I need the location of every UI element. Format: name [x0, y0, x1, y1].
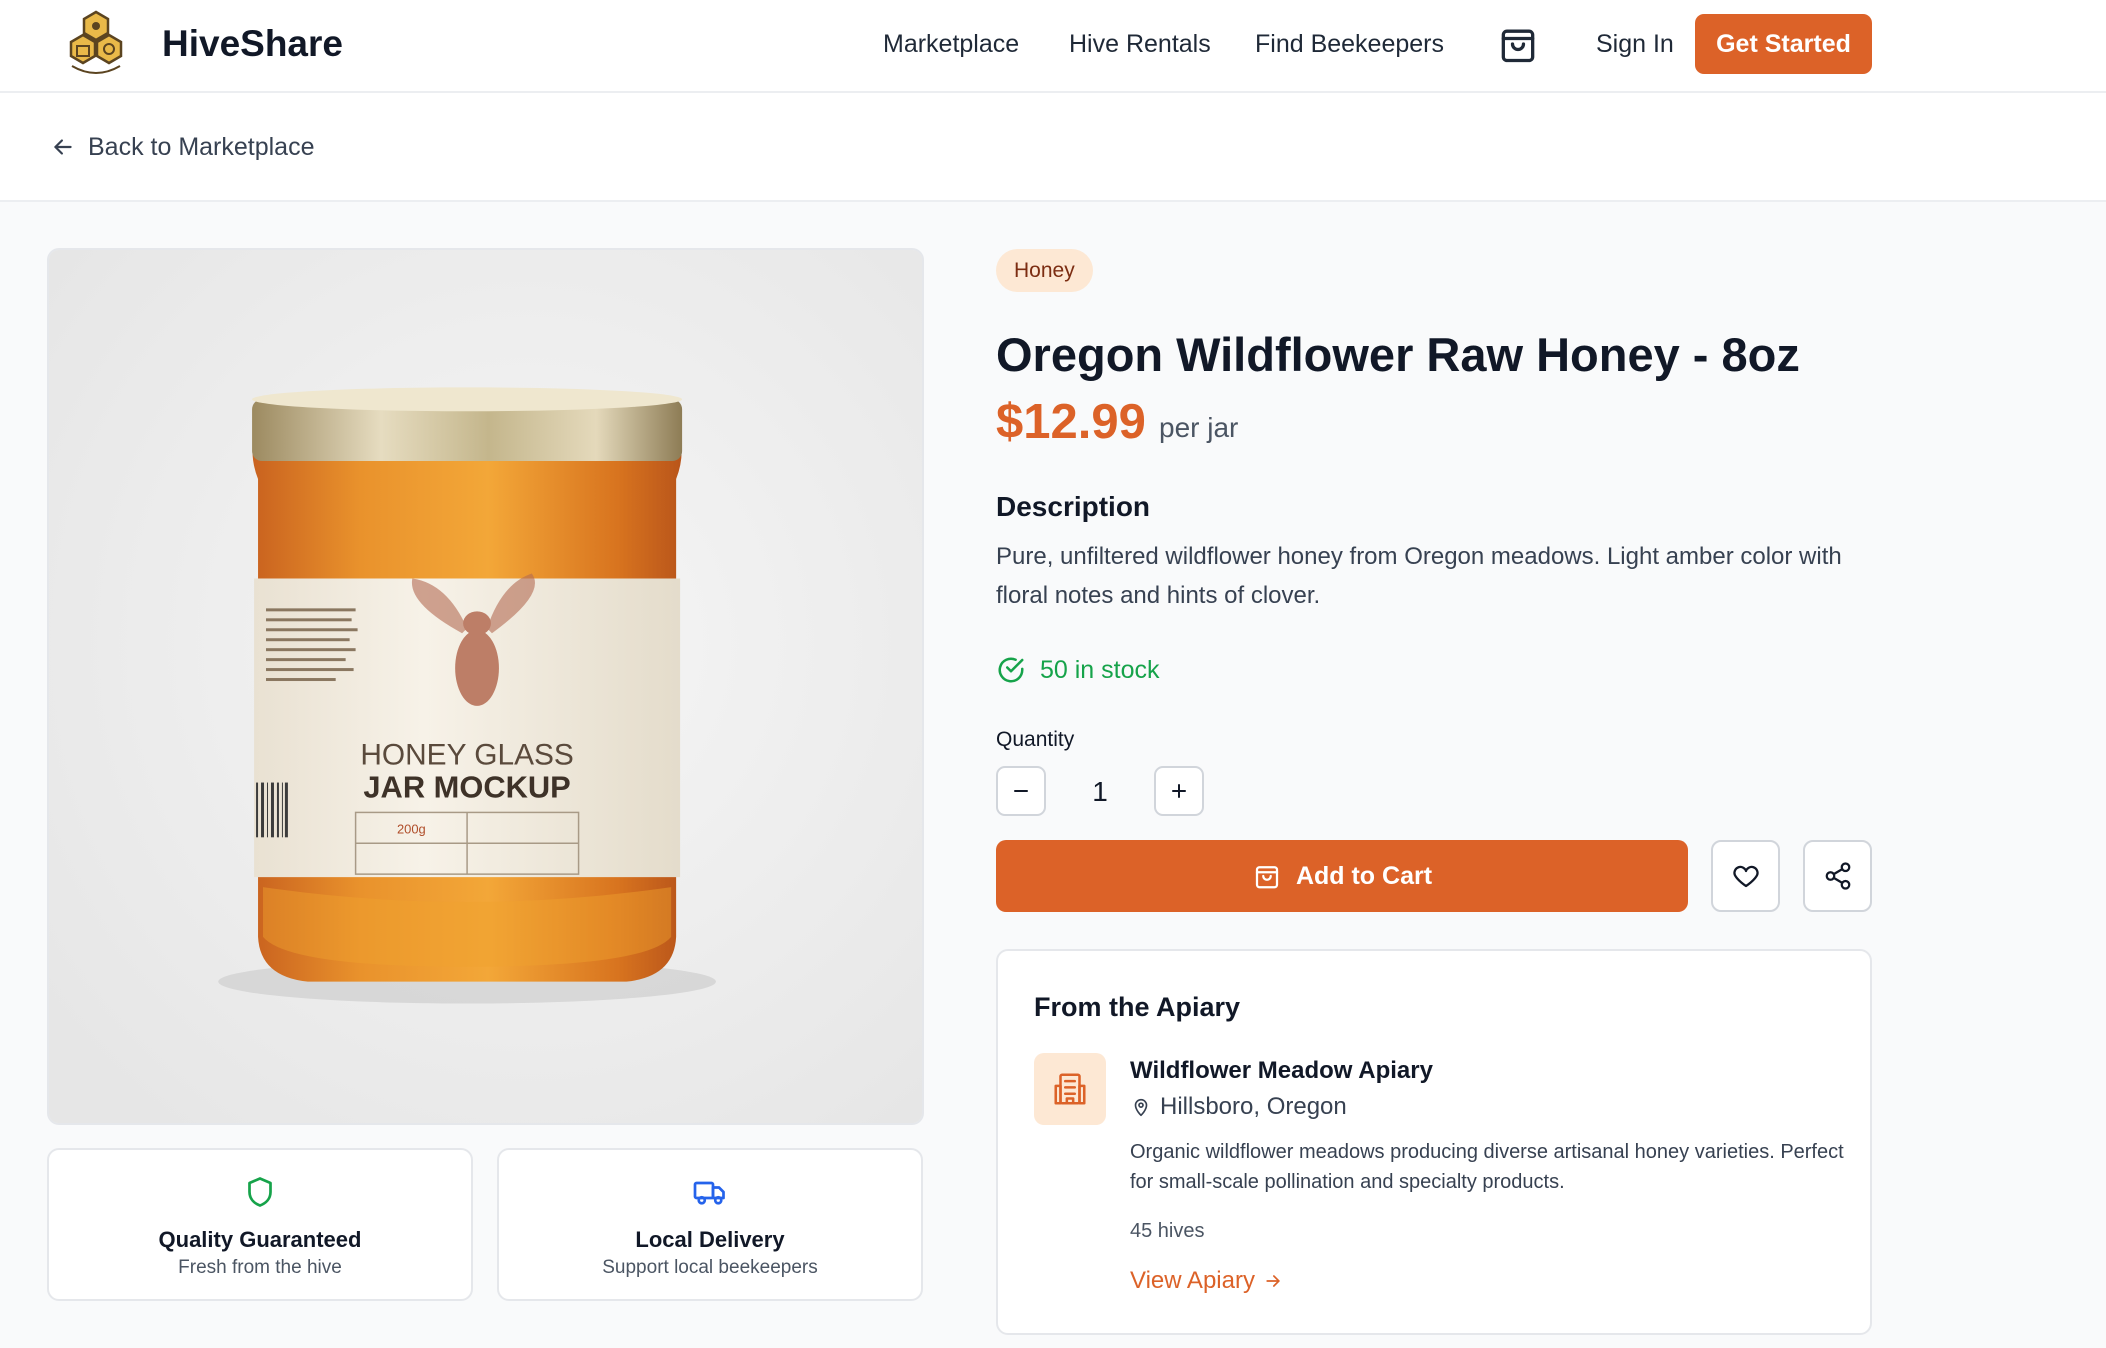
get-started-button[interactable]: Get Started [1695, 14, 1872, 74]
brand-name[interactable]: HiveShare [162, 20, 343, 68]
back-link-label: Back to Marketplace [88, 132, 315, 161]
arrow-right-icon [1266, 1275, 1280, 1287]
sign-in-link[interactable]: Sign In [1596, 26, 1674, 62]
check-circle-icon [998, 657, 1024, 683]
nav-hive-rentals[interactable]: Hive Rentals [1069, 26, 1211, 62]
price-unit: per jar [1159, 412, 1239, 443]
add-to-cart-button[interactable]: Add to Cart [996, 840, 1688, 912]
apiary-location-text: Hillsboro, Oregon [1160, 1093, 1347, 1120]
feature-subtitle: Fresh from the hive [178, 1257, 342, 1278]
quantity-increase-button[interactable] [1154, 766, 1204, 816]
stock-status: 50 in stock [996, 652, 1160, 688]
plus-icon [1172, 784, 1186, 798]
product-title: Oregon Wildflower Raw Honey - 8oz [996, 328, 1800, 381]
product-image: HONEY GLASS JAR MOCKUP 200g [47, 248, 924, 1125]
apiary-name: Wildflower Meadow Apiary [1130, 1057, 1433, 1084]
add-to-cart-label: Add to Cart [1295, 861, 1433, 890]
jar-weight: 200g [397, 821, 426, 836]
favorite-button[interactable] [1711, 840, 1780, 912]
feature-quality: Quality Guaranteed Fresh from the hive [47, 1148, 473, 1301]
product-description: Pure, unfiltered wildflower honey from O… [996, 543, 1842, 609]
share-icon [1825, 862, 1850, 890]
top-nav: HiveShare Marketplace Hive Rentals Find … [0, 0, 2106, 93]
view-apiary-label: View Apiary [1130, 1267, 1255, 1294]
apiary-location: Hillsboro, Oregon [1130, 1091, 1347, 1123]
feature-title: Quality Guaranteed [158, 1227, 362, 1252]
heart-icon [1732, 865, 1759, 888]
hiveshare-logo[interactable] [56, 4, 136, 84]
building-icon [1054, 1073, 1086, 1105]
nav-marketplace[interactable]: Marketplace [883, 26, 1019, 62]
shield-icon [248, 1177, 272, 1207]
feature-subtitle: Support local beekeepers [602, 1257, 818, 1278]
feature-title: Local Delivery [635, 1227, 785, 1252]
description-heading: Description [996, 491, 1151, 522]
shopping-bag-icon [1501, 29, 1535, 63]
map-pin-icon [1134, 1098, 1148, 1117]
view-apiary-link[interactable]: View Apiary [1130, 1264, 1283, 1298]
truck-icon [693, 1181, 725, 1205]
quantity-label: Quantity [996, 728, 1075, 751]
nav-find-beekeepers[interactable]: Find Beekeepers [1255, 26, 1444, 62]
apiary-description: Organic wildflower meadows producing div… [1130, 1141, 1844, 1193]
apiary-hive-count: 45 hives [1130, 1220, 1205, 1242]
cart-button[interactable] [1496, 22, 1540, 66]
minus-icon [1014, 790, 1028, 792]
back-to-marketplace-link[interactable]: Back to Marketplace [50, 129, 315, 165]
product-price: $12.99 [996, 395, 1146, 449]
arrow-left-icon [54, 139, 72, 155]
stock-text: 50 in stock [1040, 656, 1160, 684]
quantity-decrease-button[interactable] [996, 766, 1046, 816]
category-badge: Honey [996, 249, 1093, 292]
jar-label-line2: JAR MOCKUP [363, 769, 570, 804]
feature-delivery: Local Delivery Support local beekeepers [497, 1148, 923, 1301]
apiary-card: From the Apiary Wildflower Meadow Apiary… [996, 949, 1872, 1335]
jar-label-line1: HONEY GLASS [360, 739, 574, 772]
back-bar: Back to Marketplace [0, 93, 2106, 202]
share-button[interactable] [1803, 840, 1872, 912]
quantity-value[interactable]: 1 [1070, 774, 1130, 810]
apiary-building-icon-box [1034, 1053, 1106, 1125]
shopping-bag-icon [1255, 866, 1279, 889]
apiary-heading: From the Apiary [1034, 992, 1241, 1022]
